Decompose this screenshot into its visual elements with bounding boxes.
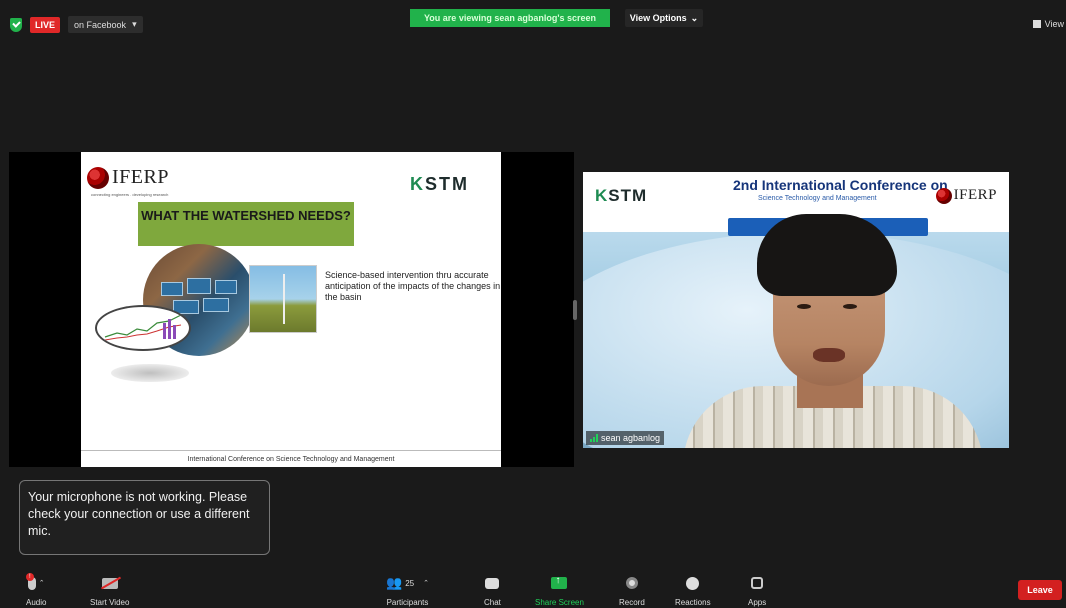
participants-icon: 👥	[386, 575, 403, 590]
video-off-icon	[101, 577, 118, 589]
iferp-logo: IFERP	[87, 166, 169, 189]
reactions-button[interactable]: Reactions	[675, 572, 711, 607]
chat-icon	[485, 577, 500, 589]
monitor-graphic	[203, 298, 229, 312]
chevron-down-icon: ⌄	[690, 12, 699, 23]
weather-station-photo	[249, 265, 317, 333]
record-label: Record	[619, 598, 645, 607]
view-label: View	[1044, 19, 1064, 29]
conference-title: 2nd International Conference on	[733, 177, 948, 193]
participants-icon-group: 👥 25 ⌃	[386, 572, 429, 594]
monitor-graphic	[187, 278, 211, 294]
leave-button[interactable]: Leave	[1018, 580, 1062, 600]
video-icon-group	[101, 572, 118, 594]
shadow-graphic	[111, 364, 189, 382]
slide-title: WHAT THE WATERSHED NEEDS?	[141, 208, 351, 223]
reactions-icon	[686, 576, 700, 590]
live-platform-dropdown[interactable]: on Facebook ▾	[68, 16, 143, 33]
slide-title-box: WHAT THE WATERSHED NEEDS?	[138, 202, 354, 246]
microphone-warning-toast: Your microphone is not working. Please c…	[19, 480, 270, 555]
view-layout-button[interactable]: View	[1032, 19, 1064, 29]
line-graph-graphic	[104, 314, 182, 341]
speaker-hair	[757, 214, 897, 296]
share-screen-icon	[551, 575, 568, 589]
live-platform-label: on Facebook	[74, 19, 127, 30]
chevron-down-icon: ▾	[132, 19, 137, 29]
chevron-up-icon[interactable]: ⌃	[423, 579, 429, 587]
kstm-logo-text: STM	[608, 186, 648, 205]
chart-graphic	[95, 305, 191, 351]
share-screen-button[interactable]: Share Screen	[535, 572, 584, 607]
participant-name-tag: sean agbanlog	[586, 431, 665, 445]
signal-strength-icon	[590, 434, 598, 442]
weather-tower-graphic	[283, 274, 285, 324]
view-options-label: View Options	[629, 13, 687, 23]
grid-view-icon	[1032, 20, 1041, 28]
microphone-icon: !	[25, 572, 36, 590]
presentation-slide: IFERP connecting engineers . developing …	[81, 152, 501, 467]
reactions-icon-group	[686, 572, 700, 594]
slide-footer: International Conference on Science Tech…	[81, 450, 501, 467]
audio-icon-group: ! ⌃	[25, 572, 45, 594]
chat-icon-group	[485, 572, 500, 594]
top-left-controls: LIVE on Facebook ▾	[10, 16, 143, 33]
start-video-button[interactable]: Start Video	[90, 572, 129, 607]
live-badge[interactable]: LIVE	[30, 16, 61, 33]
monitor-graphic	[161, 282, 183, 296]
monitor-graphic	[215, 280, 237, 294]
panel-splitter-handle[interactable]	[573, 300, 577, 320]
iferp-globe-icon	[87, 166, 109, 189]
record-icon-group	[625, 572, 638, 594]
share-icon-group	[551, 572, 568, 594]
kstm-logo-k: K	[410, 174, 425, 194]
meeting-toolbar: ! ⌃ Audio Start Video 👥 25 ⌃ Participant…	[0, 568, 1066, 608]
speaker-eye	[843, 304, 857, 309]
kstm-logo-k: K	[595, 186, 609, 205]
zoom-meeting-window: LIVE on Facebook ▾ You are viewing sean …	[0, 0, 1066, 608]
security-shield-icon[interactable]	[10, 17, 22, 32]
participants-count: 25	[405, 578, 415, 588]
speaker-video-tile[interactable]: KSTM 2nd International Conference on Sci…	[583, 172, 1009, 448]
record-icon	[625, 577, 638, 589]
iferp-tagline: connecting engineers . developing resear…	[91, 192, 169, 197]
conference-subtitle: Science Technology and Management	[758, 195, 877, 202]
apps-icon-group	[751, 572, 764, 594]
participants-label: Participants	[386, 598, 429, 607]
iferp-logo-text: IFERP	[112, 166, 169, 188]
chat-label: Chat	[484, 598, 501, 607]
iferp-logo-text: IFERP	[953, 187, 997, 203]
apps-button[interactable]: Apps	[748, 572, 766, 607]
view-options-button[interactable]: View Options ⌄	[625, 9, 703, 27]
chevron-up-icon[interactable]: ⌃	[39, 579, 45, 587]
kstm-logo-text: STM	[425, 174, 469, 194]
chat-button[interactable]: Chat	[484, 572, 501, 607]
share-screen-label: Share Screen	[535, 598, 584, 607]
toast-message: Your microphone is not working. Please c…	[28, 490, 250, 538]
screen-sharing-banner: You are viewing sean agbanlog's screen	[410, 9, 610, 27]
iferp-globe-icon	[935, 187, 952, 204]
kstm-logo: KSTM	[595, 186, 647, 206]
kstm-logo: KSTM	[410, 174, 469, 195]
slide-body-text: Science-based intervention thru accurate…	[325, 270, 501, 302]
warning-icon: !	[25, 572, 34, 581]
speaker-mouth	[813, 348, 845, 362]
start-video-label: Start Video	[90, 598, 130, 607]
participant-name: sean agbanlog	[601, 433, 661, 443]
participants-button[interactable]: 👥 25 ⌃ Participants	[386, 572, 429, 607]
shared-screen-panel[interactable]: IFERP connecting engineers . developing …	[9, 152, 574, 467]
audio-button[interactable]: ! ⌃ Audio	[25, 572, 47, 607]
record-button[interactable]: Record	[619, 572, 645, 607]
speaker-eye	[797, 304, 811, 309]
audio-label: Audio	[26, 598, 47, 607]
apps-icon	[751, 577, 764, 589]
reactions-label: Reactions	[675, 598, 711, 607]
apps-label: Apps	[748, 598, 767, 607]
iferp-logo: IFERP	[935, 187, 997, 204]
